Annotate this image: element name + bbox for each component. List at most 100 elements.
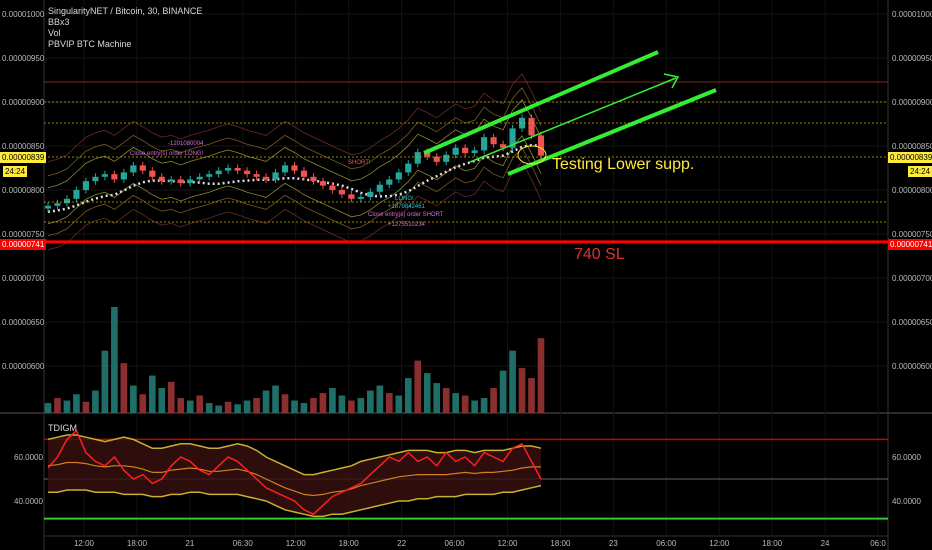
- price-tick-label-left: 0.00000800: [2, 186, 45, 195]
- candle-body: [338, 190, 345, 195]
- volume-bar: [329, 388, 336, 413]
- candle-body: [168, 179, 175, 182]
- trade-label: +1275510234: [388, 222, 425, 228]
- volume-bar: [44, 403, 52, 413]
- time-tick-label: 18:00: [550, 539, 571, 548]
- volume-bar: [537, 338, 545, 413]
- time-tick-label: 18:00: [127, 539, 148, 548]
- volume-bar: [376, 385, 384, 413]
- candle-body: [262, 176, 270, 180]
- volume-bar: [300, 403, 308, 413]
- trade-label: +1879842461: [388, 204, 425, 210]
- legend-vol: Vol: [48, 28, 61, 38]
- volume-bar: [461, 395, 469, 413]
- candle-body: [244, 170, 251, 175]
- support-annotation: Testing Lower supp.: [552, 156, 695, 173]
- price-tick-label-right: 0.00000650: [892, 318, 932, 327]
- indicator-tick-label-right: 40.0000: [892, 497, 921, 506]
- volume-bar: [196, 395, 204, 413]
- time-tick-label: 06:30: [233, 539, 254, 548]
- candle-body: [111, 174, 118, 180]
- candle-body: [386, 179, 393, 185]
- volume-bar: [291, 400, 298, 413]
- candle-body: [367, 191, 374, 198]
- indicator-tick-label-right: 60.0000: [892, 453, 921, 462]
- stop-price-tag-left: 0.00000741: [0, 239, 47, 250]
- indicator-tick-label-left: 60.0000: [14, 453, 43, 462]
- volume-bar: [130, 385, 137, 413]
- candle-body: [225, 168, 232, 171]
- volume-bar: [54, 398, 61, 413]
- volume-bar: [224, 401, 232, 413]
- trade-label: SHORT!: [348, 160, 371, 166]
- candle-body: [395, 172, 402, 180]
- time-tick-label: 18:00: [339, 539, 360, 548]
- current-price-tag-right: 0.00000839: [888, 152, 932, 163]
- trade-label: Close entry(s) order SHORT: [368, 212, 444, 218]
- candle-body: [44, 205, 52, 209]
- volume-bar: [528, 378, 535, 413]
- volume-bar: [253, 398, 260, 413]
- price-tick-label-right: 0.00000850: [892, 142, 932, 151]
- candle-body: [329, 185, 336, 190]
- time-tick-label: 12:00: [286, 539, 307, 548]
- candle-body: [92, 176, 99, 182]
- candle-body: [300, 170, 308, 177]
- volume-bar: [480, 398, 488, 413]
- candle-body: [537, 135, 545, 156]
- candle-body: [357, 197, 364, 199]
- time-tick-label: 23: [609, 539, 618, 548]
- trade-label: Close entry(s) order LONG!: [130, 151, 204, 157]
- candle-body: [149, 170, 156, 177]
- trading-chart[interactable]: 0.00001000 0.00001000 0.00000950 0.00000950…: [0, 0, 932, 550]
- candle-body: [130, 165, 137, 173]
- volume-bar: [518, 368, 526, 413]
- volume-bar: [158, 388, 166, 413]
- candle-body: [376, 184, 383, 192]
- volume-bar: [63, 400, 71, 413]
- candle-body: [414, 152, 421, 164]
- price-tick-label-right: 0.00001000: [892, 10, 932, 19]
- candle-body: [452, 147, 459, 155]
- volume-bar: [319, 393, 327, 413]
- current-price-tag-left: 0.00000839: [0, 152, 47, 163]
- countdown-tag-right: 24:24: [908, 166, 932, 177]
- candle-body: [481, 137, 488, 151]
- candle-body: [443, 154, 450, 162]
- volume-bar: [186, 400, 194, 413]
- volume-bar: [423, 373, 431, 413]
- time-tick-label: 24: [821, 539, 830, 548]
- volume-bar: [139, 394, 147, 413]
- candle-body: [139, 165, 146, 171]
- volume-bar: [234, 404, 241, 413]
- volume-bar: [442, 388, 450, 413]
- volume-bar: [490, 388, 497, 413]
- trade-label: -1201080004: [168, 141, 204, 147]
- candle-body: [528, 117, 535, 136]
- time-tick-label: 06:00: [445, 539, 466, 548]
- price-tick-label-right: 0.00000800: [892, 186, 932, 195]
- trade-label: LONG!: [395, 196, 414, 202]
- volume-bar: [357, 398, 365, 413]
- volume-bar: [111, 307, 118, 413]
- volume-bar: [243, 400, 251, 413]
- indicator-title: TDIGM: [48, 423, 77, 433]
- time-tick-label: 12:00: [709, 539, 730, 548]
- volume-bar: [433, 383, 441, 413]
- volume-bar: [281, 394, 289, 413]
- candle-body: [158, 176, 165, 182]
- volume-bar: [272, 385, 279, 413]
- candle-body: [73, 190, 80, 199]
- price-tick-label-left: 0.00000700: [2, 274, 45, 283]
- chart-legend: SingularityNET / Bitcoin, 30, BINANCE BB…: [48, 6, 202, 50]
- candle-body: [462, 147, 469, 154]
- time-tick-label: 18:00: [762, 539, 783, 548]
- candle-body: [405, 163, 412, 173]
- price-tick-label-left: 0.00000950: [2, 54, 45, 63]
- volume-bar: [148, 375, 156, 413]
- legend-bbx3: BBx3: [48, 17, 70, 27]
- stop-price-tag-right: 0.00000741: [888, 239, 932, 250]
- candle-body: [319, 181, 327, 186]
- candle-body: [348, 194, 355, 199]
- price-tick-label-left: 0.00000600: [2, 362, 45, 371]
